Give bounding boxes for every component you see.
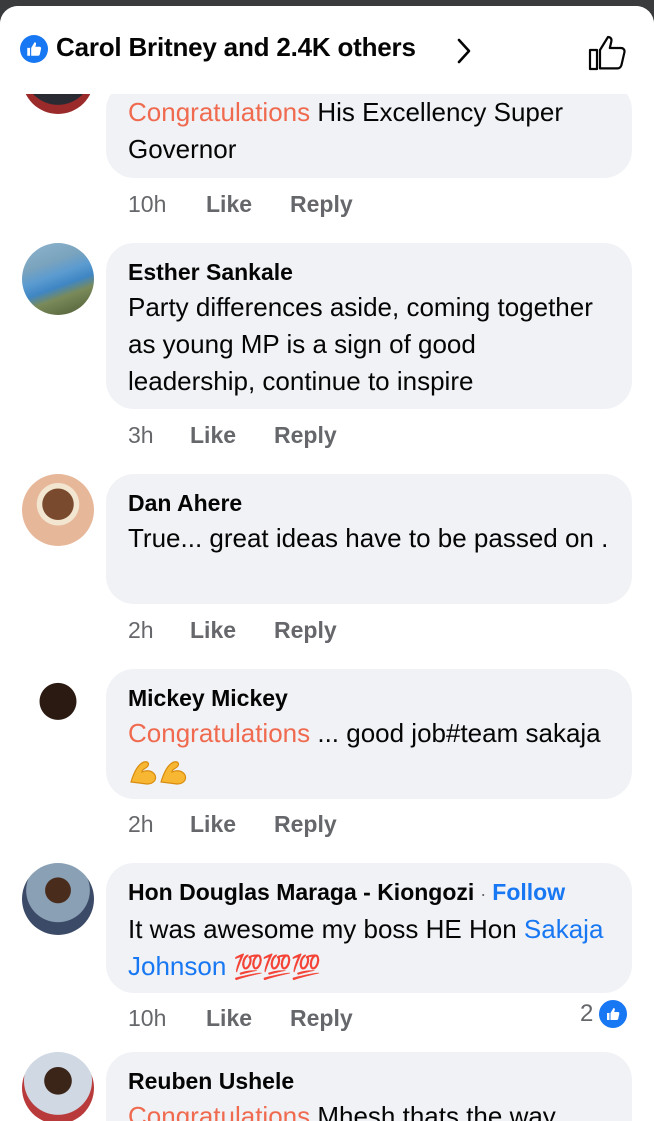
comment-actions: 10h Like Reply — [128, 191, 353, 218]
like-reaction-icon — [20, 35, 48, 63]
comment-bubble: Esther Sankale Party differences aside, … — [106, 243, 632, 409]
follow-button[interactable]: Follow — [492, 879, 565, 905]
reply-button[interactable]: Reply — [290, 191, 353, 218]
comment-body: Mhesh thats the way — [310, 1101, 556, 1121]
comment-body: It was awesome my boss HE Hon — [128, 914, 524, 944]
flexed-biceps-icon — [160, 761, 187, 785]
reply-button[interactable]: Reply — [274, 422, 337, 449]
comment-body: ... good job#team sakaja — [310, 718, 601, 748]
comment-actions: 2h Like Reply — [128, 617, 337, 644]
separator-dot: · — [480, 884, 487, 904]
like-button[interactable]: Like — [190, 422, 274, 449]
reactions-header: Carol Britney and 2.4K others — [0, 6, 654, 94]
comment-actions: 2h Like Reply — [128, 811, 337, 838]
avatar[interactable] — [22, 863, 94, 935]
avatar[interactable] — [22, 243, 94, 315]
comment-text: Congratulations Mhesh thats the way — [128, 1098, 610, 1121]
comment-text: True... great ideas have to be passed on… — [128, 523, 609, 553]
comment-author-name[interactable]: Hon Douglas Maraga - Kiongozi — [128, 879, 474, 905]
like-reaction-icon — [597, 998, 630, 1030]
comment-author[interactable]: Esther Sankale — [128, 257, 610, 287]
congrats-highlight: Congratulations — [128, 718, 311, 748]
chevron-right-icon[interactable] — [454, 36, 474, 66]
comment-text: Congratulations His Excellency Super Gov… — [128, 94, 610, 168]
comment-bubble: Congratulations His Excellency Super Gov… — [106, 82, 632, 178]
comment-author[interactable]: Reuben Ushele — [128, 1066, 610, 1096]
thumbs-up-icon[interactable] — [586, 32, 628, 74]
comment-time: 2h — [128, 617, 154, 643]
congrats-highlight: Congratulations — [128, 1101, 311, 1121]
avatar[interactable] — [22, 1052, 94, 1121]
reply-button[interactable]: Reply — [274, 811, 337, 838]
comment-text: Party differences aside, coming together… — [128, 292, 593, 396]
comment-bubble: Hon Douglas Maraga - Kiongozi · Follow It … — [106, 863, 632, 993]
avatar[interactable] — [22, 669, 94, 741]
comment-text: It was awesome my boss HE Hon Sakaja Joh… — [128, 911, 610, 986]
comment-bubble: Mickey Mickey Congratulations ... good j… — [106, 669, 632, 799]
comment-actions: 3h Like Reply — [128, 422, 337, 449]
comments-feed[interactable]: Congratulations His Excellency Super Gov… — [0, 6, 654, 1121]
comment-author: Hon Douglas Maraga - Kiongozi · Follow — [128, 877, 610, 909]
comment-bubble: Reuben Ushele Congratulations Mhesh that… — [106, 1052, 632, 1121]
comment-time: 3h — [128, 422, 154, 448]
reply-button[interactable]: Reply — [290, 1005, 353, 1032]
comment-author[interactable]: Mickey Mickey — [128, 683, 610, 713]
like-button[interactable]: Like — [190, 617, 274, 644]
comment-time: 2h — [128, 811, 154, 837]
comment-actions: 10h Like Reply — [128, 1005, 353, 1032]
comment-time: 10h — [128, 1005, 167, 1031]
reactions-summary-link[interactable]: Carol Britney and 2.4K others — [56, 32, 416, 63]
congrats-highlight: Congratulations — [128, 97, 311, 127]
reaction-count-value: 2 — [580, 1000, 594, 1027]
hundred-points-icon: 💯💯💯 — [233, 954, 322, 981]
like-button[interactable]: Like — [206, 191, 290, 218]
like-button[interactable]: Like — [190, 811, 274, 838]
comments-sheet: Congratulations His Excellency Super Gov… — [0, 6, 654, 1121]
comment-author[interactable]: Dan Ahere — [128, 488, 610, 518]
like-button[interactable]: Like — [206, 1005, 290, 1032]
flexed-biceps-icon — [130, 761, 157, 785]
avatar[interactable] — [22, 474, 94, 546]
comment-bubble: Dan Ahere True... great ideas have to be… — [106, 474, 632, 604]
comment-text: Congratulations ... good job#team sakaja — [128, 715, 610, 789]
reaction-count[interactable]: 2 — [580, 998, 630, 1030]
reply-button[interactable]: Reply — [274, 617, 337, 644]
comment-time: 10h — [128, 191, 167, 217]
